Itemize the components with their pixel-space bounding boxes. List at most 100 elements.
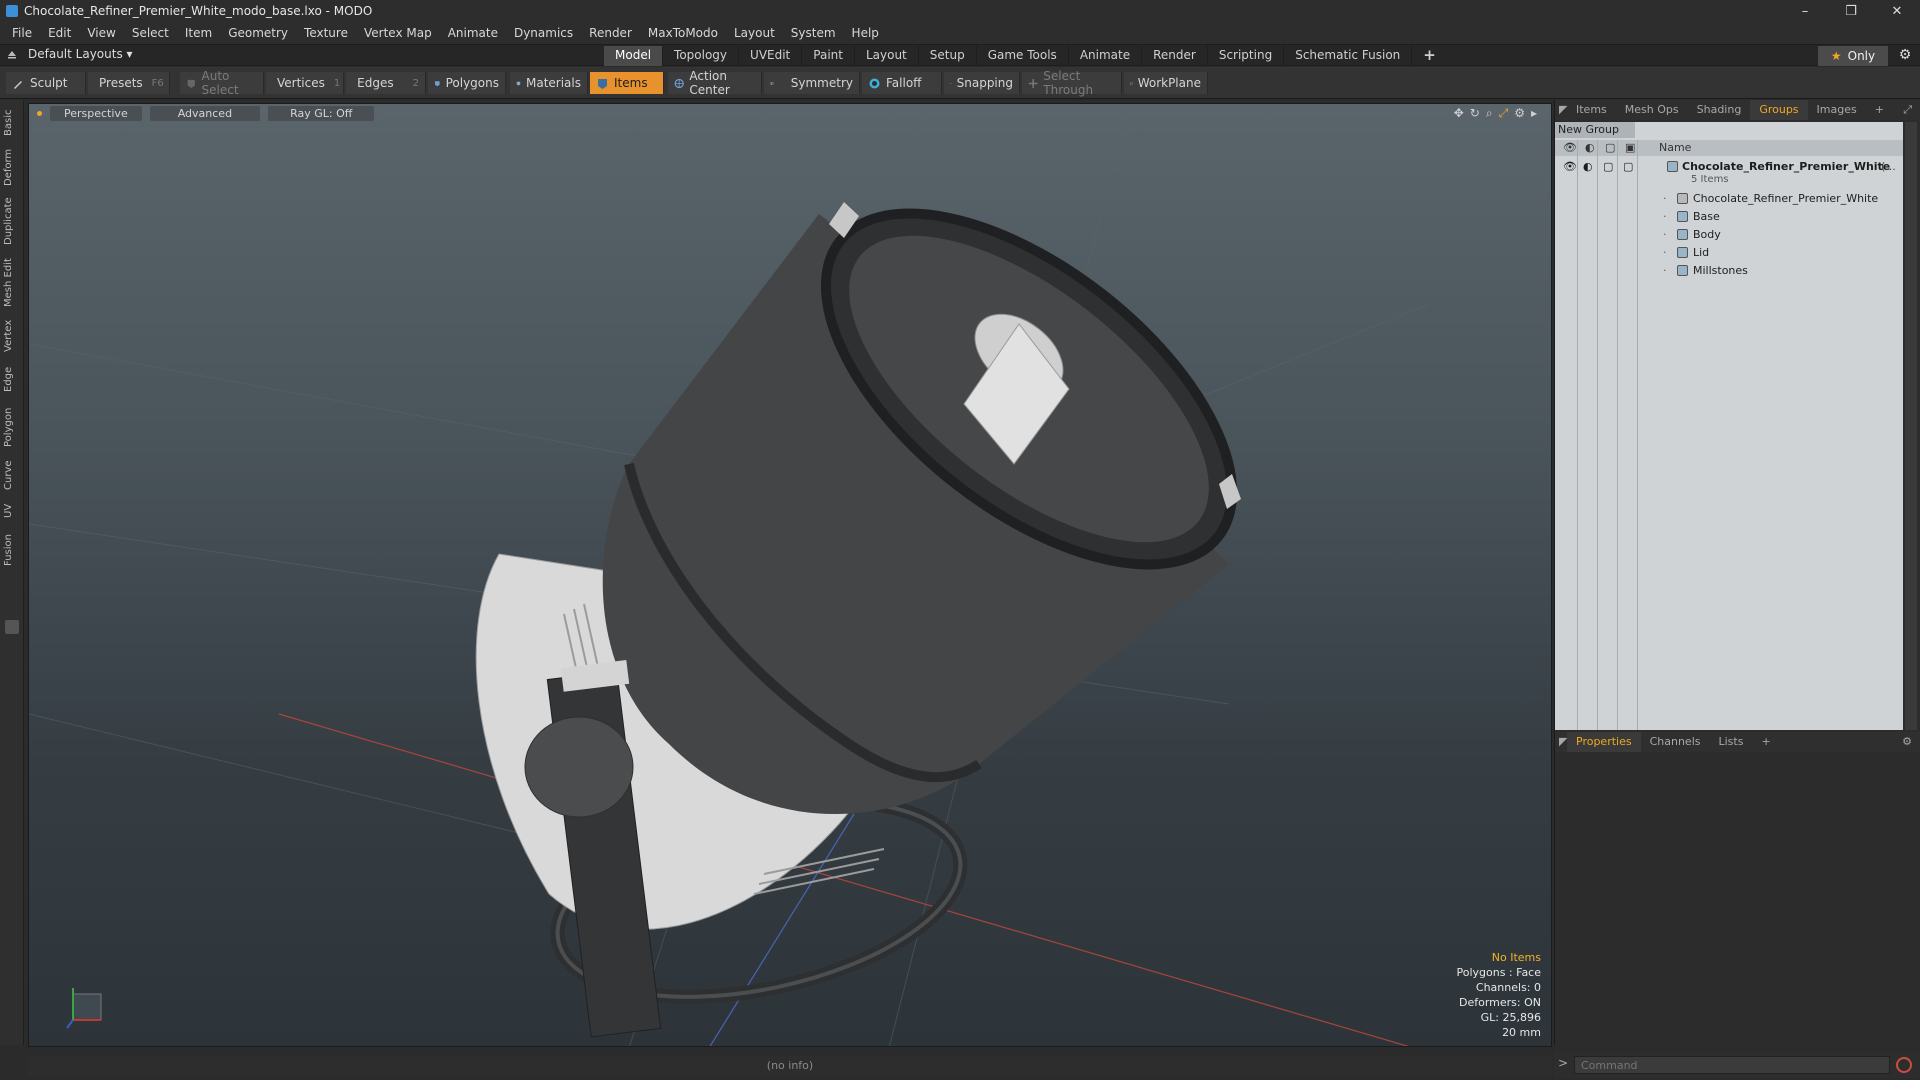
rotate-icon[interactable]: ↻ xyxy=(1470,106,1480,121)
groups-scrollbar[interactable] xyxy=(1905,122,1917,730)
minimize-button[interactable]: – xyxy=(1782,0,1828,22)
tab-items[interactable]: Items xyxy=(1567,100,1616,120)
presets-button[interactable]: Presets F6 xyxy=(88,72,170,94)
restore-button[interactable]: ❐ xyxy=(1828,0,1874,22)
left-tab-uv[interactable]: UV xyxy=(3,498,21,524)
tab-paint[interactable]: Paint xyxy=(802,46,855,66)
render-column-icon[interactable]: ◐ xyxy=(1585,141,1595,154)
menu-animate[interactable]: Animate xyxy=(440,26,506,40)
tab-shading[interactable]: Shading xyxy=(1688,100,1751,120)
menu-texture[interactable]: Texture xyxy=(296,26,356,40)
viewport-settings-icon[interactable]: ⚙ xyxy=(1514,106,1525,121)
tab-scripting[interactable]: Scripting xyxy=(1208,46,1285,66)
tab-images[interactable]: Images xyxy=(1808,100,1866,120)
left-tab-vertex[interactable]: Vertex xyxy=(3,316,21,356)
left-tab-mesh-edit[interactable]: Mesh Edit xyxy=(3,254,21,312)
tab-channels[interactable]: Channels xyxy=(1641,732,1710,752)
left-tab-fusion[interactable]: Fusion xyxy=(3,528,21,572)
menu-geometry[interactable]: Geometry xyxy=(220,26,296,40)
menu-select[interactable]: Select xyxy=(124,26,177,40)
gear-icon[interactable]: ⚙ xyxy=(1896,47,1914,65)
menu-render[interactable]: Render xyxy=(581,26,640,40)
only-button[interactable]: ★ Only xyxy=(1818,46,1888,66)
left-tab-duplicate[interactable]: Duplicate xyxy=(3,192,21,250)
action-center-button[interactable]: Action Center xyxy=(668,69,762,97)
list-item[interactable]: · Lid xyxy=(1555,244,1903,262)
menu-edit[interactable]: Edit xyxy=(40,26,79,40)
menu-view[interactable]: View xyxy=(79,26,123,40)
polygons-button[interactable]: Polygons xyxy=(428,72,506,94)
name-column-header[interactable]: Name xyxy=(1659,141,1691,154)
tab-mesh-ops[interactable]: Mesh Ops xyxy=(1616,100,1688,120)
tab-uvedit[interactable]: UVEdit xyxy=(739,46,803,66)
viewport-menu-icon[interactable] xyxy=(37,110,42,116)
symmetry-button[interactable]: Symmetry xyxy=(764,72,860,94)
panel-settings-icon[interactable]: ⚙ xyxy=(1893,732,1920,752)
menu-dynamics[interactable]: Dynamics xyxy=(506,26,581,40)
command-input[interactable] xyxy=(1574,1056,1890,1074)
left-tab-polygon[interactable]: Polygon xyxy=(3,402,21,452)
panel-grip-icon[interactable]: ◤ xyxy=(1555,100,1567,120)
snapping-button[interactable]: Snapping xyxy=(944,72,1020,94)
record-macro-icon[interactable] xyxy=(1896,1057,1912,1073)
menu-vertex-map[interactable]: Vertex Map xyxy=(356,26,440,40)
left-tab-edge[interactable]: Edge xyxy=(3,360,21,398)
viewport-more-icon[interactable]: ▸ xyxy=(1531,106,1537,121)
lock-toggle-icon[interactable]: ▢ xyxy=(1603,160,1613,173)
left-tab-deform[interactable]: Deform xyxy=(3,146,21,188)
tab-schematic-fusion[interactable]: Schematic Fusion xyxy=(1284,46,1413,66)
auto-select-button[interactable]: Auto Select xyxy=(180,69,264,97)
menu-help[interactable]: Help xyxy=(844,26,887,40)
workplane-button[interactable]: WorkPlane xyxy=(1124,72,1208,94)
menu-system[interactable]: System xyxy=(783,26,844,40)
new-group-button[interactable]: New Group xyxy=(1555,122,1635,138)
visibility-toggle-icon[interactable]: 👁 xyxy=(1563,160,1577,173)
materials-button[interactable]: Materials xyxy=(510,72,588,94)
select-column-icon[interactable]: ▣ xyxy=(1625,141,1635,154)
zoom-icon[interactable]: ⌕ xyxy=(1486,106,1493,121)
tab-model[interactable]: Model xyxy=(604,46,664,66)
render-toggle-icon[interactable]: ◐ xyxy=(1583,160,1593,173)
add-panel-tab-icon[interactable]: + xyxy=(1866,100,1893,120)
list-item[interactable]: · Body xyxy=(1555,226,1903,244)
left-tab-curve[interactable]: Curve xyxy=(3,456,21,494)
select-toggle-icon[interactable]: ▢ xyxy=(1623,160,1633,173)
select-through-button[interactable]: Select Through xyxy=(1022,69,1122,97)
list-item[interactable]: · Millstones xyxy=(1555,262,1903,280)
tab-render[interactable]: Render xyxy=(1142,46,1208,66)
tab-game-tools[interactable]: Game Tools xyxy=(977,46,1069,66)
raygl-button[interactable]: Ray GL: Off xyxy=(268,105,375,121)
left-tabs-options-icon[interactable] xyxy=(5,620,19,634)
add-panel-tab-icon[interactable]: + xyxy=(1752,732,1779,752)
add-tab-icon[interactable]: + xyxy=(1412,46,1447,66)
menu-file[interactable]: File xyxy=(4,26,40,40)
3d-viewport[interactable]: Perspective Advanced Ray GL: Off ✥ ↻ ⌕ ⤢… xyxy=(28,103,1552,1047)
tab-groups[interactable]: Groups xyxy=(1750,100,1808,120)
vertices-button[interactable]: Vertices 1 xyxy=(266,72,344,94)
tab-animate[interactable]: Animate xyxy=(1069,46,1143,66)
tab-setup[interactable]: Setup xyxy=(919,46,977,66)
maximize-panel-icon[interactable]: ⤢ xyxy=(1894,100,1920,120)
menu-maxtomodo[interactable]: MaxToModo xyxy=(640,26,726,40)
tab-topology[interactable]: Topology xyxy=(663,46,740,66)
list-item[interactable]: · Chocolate_Refiner_Premier_White xyxy=(1555,190,1903,208)
tab-lists[interactable]: Lists xyxy=(1710,732,1753,752)
group-row-root[interactable]: 👁 ◐ ▢ ▢ Chocolate_Refiner_Premier_White … xyxy=(1555,158,1903,188)
left-tab-basic[interactable]: Basic xyxy=(3,104,21,142)
items-button[interactable]: Items xyxy=(590,72,664,94)
falloff-button[interactable]: Falloff xyxy=(862,72,942,94)
tab-layout[interactable]: Layout xyxy=(855,46,919,66)
visibility-column-icon[interactable]: 👁 xyxy=(1563,141,1577,154)
close-button[interactable]: ✕ xyxy=(1874,0,1920,22)
pan-icon[interactable]: ✥ xyxy=(1454,106,1464,121)
list-item[interactable]: · Base xyxy=(1555,208,1903,226)
perspective-button[interactable]: Perspective xyxy=(50,105,142,121)
menu-layout[interactable]: Layout xyxy=(726,26,783,40)
sculpt-button[interactable]: Sculpt xyxy=(6,72,86,94)
edges-button[interactable]: Edges 2 xyxy=(346,72,426,94)
menu-item[interactable]: Item xyxy=(177,26,220,40)
panel-grip-icon[interactable]: ◤ xyxy=(1555,732,1567,752)
layout-selector[interactable]: Default Layouts ▾ xyxy=(6,47,133,61)
fit-icon[interactable]: ⤢ xyxy=(1499,106,1509,121)
advanced-shading-button[interactable]: Advanced xyxy=(149,105,261,121)
